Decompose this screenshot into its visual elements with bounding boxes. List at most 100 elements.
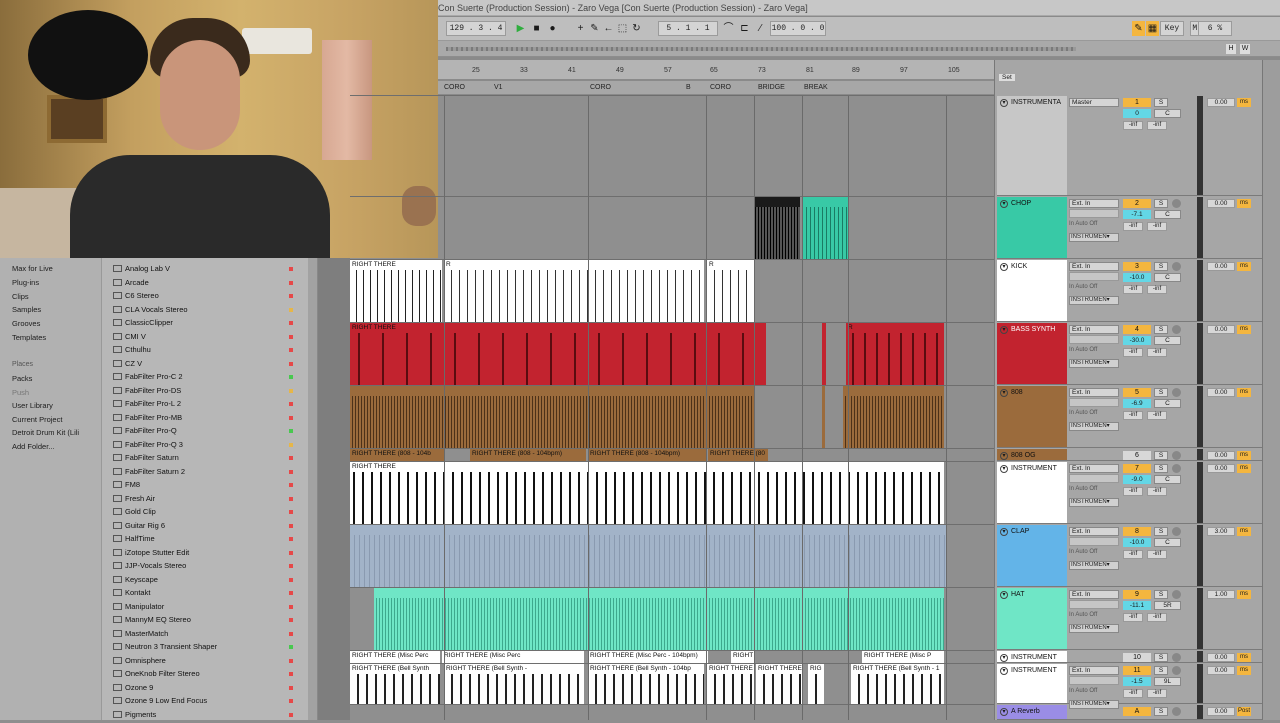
tempo-display[interactable]: 129 . 3 . 4 (446, 21, 506, 36)
draw-mode-icon[interactable]: ✎ (588, 21, 601, 36)
plugin-item[interactable]: Keyscape (113, 575, 303, 588)
loop-length-display[interactable]: 100 . 0 . 0 (770, 21, 826, 36)
delay-unit-button[interactable]: Post (1237, 707, 1251, 716)
kick-clip[interactable]: R (707, 260, 755, 322)
locator-b[interactable]: B (686, 84, 691, 91)
vertical-scrollbar[interactable] (1262, 60, 1280, 720)
place-current-project[interactable]: Current Project (12, 415, 62, 424)
solo-button[interactable]: S (1154, 262, 1168, 271)
fold-icon[interactable]: ▾ (1000, 465, 1008, 473)
loop-icon[interactable]: ↻ (630, 21, 643, 36)
plugin-item[interactable]: Gold Clip (113, 507, 303, 520)
track-delay-field[interactable]: 0.00 (1207, 464, 1235, 473)
input-channel-select[interactable] (1069, 537, 1119, 546)
pan-field[interactable]: C (1154, 109, 1181, 118)
plugin-item[interactable]: FabFilter Pro-DS (113, 386, 303, 399)
punch-in-icon[interactable]: ⊏ (738, 21, 751, 36)
volume-field[interactable]: -7.1 (1123, 210, 1151, 219)
bell-synth-clip[interactable]: RIGHT THERE (707, 664, 755, 704)
chop-clip[interactable] (755, 197, 800, 259)
plugin-item[interactable]: FabFilter Pro-MB (113, 413, 303, 426)
volume-field[interactable]: -10.0 (1123, 273, 1151, 282)
track-header[interactable]: BASS SYNTH ▾ Ext. In In Auto Off INSTRUMEN▾ 4… (997, 323, 1280, 385)
plugin-item[interactable]: Ozone 9 (113, 683, 303, 696)
solo-button[interactable]: S (1154, 325, 1168, 334)
hat-clip[interactable] (374, 588, 944, 650)
arm-record-icon[interactable] (1172, 388, 1181, 397)
input-type-select[interactable]: Ext. In (1069, 527, 1119, 536)
track-delay-field[interactable]: 0.00 (1207, 388, 1235, 397)
pan-field[interactable]: C (1154, 399, 1181, 408)
loop-region-icon[interactable]: ⬚ (616, 21, 629, 36)
perc-clip[interactable]: RIGHT THERE (Misc Perc (442, 651, 584, 663)
input-channel-select[interactable] (1069, 474, 1119, 483)
bass-synth-clip[interactable] (822, 323, 826, 385)
place-push[interactable]: Push (12, 388, 29, 397)
category-samples[interactable]: Samples (12, 305, 41, 314)
delay-unit-button[interactable]: ms (1237, 653, 1251, 662)
track-activator[interactable]: 8 (1123, 527, 1151, 536)
key-map-button[interactable]: Key (1160, 21, 1184, 36)
plugin-item[interactable]: Ozone 9 Low End Focus (113, 696, 303, 709)
input-type-select[interactable]: Ext. In (1069, 325, 1119, 334)
plugin-item[interactable]: FabFilter Pro-L 2 (113, 399, 303, 412)
plugin-item[interactable]: CLA Vocals Stereo (113, 305, 303, 318)
fold-icon[interactable]: ▾ (1000, 452, 1008, 460)
perc-clip[interactable]: RIGHT THERE (Misc P (862, 651, 944, 663)
bass-synth-clip[interactable]: R (846, 323, 944, 385)
solo-button[interactable]: S (1154, 653, 1168, 662)
delay-unit-button[interactable]: ms (1237, 325, 1251, 334)
input-type-select[interactable]: Ext. In (1069, 388, 1119, 397)
track-activator[interactable]: 6 (1123, 451, 1151, 460)
track-header[interactable]: A Reverb ▾ A S 0.00 Post (997, 705, 1280, 720)
track-activator[interactable]: 11 (1123, 666, 1151, 675)
delay-unit-button[interactable]: ms (1237, 451, 1251, 460)
locator-coro-3[interactable]: CORO (710, 84, 731, 91)
position-display[interactable]: 5 . 1 . 1 (658, 21, 718, 36)
delay-unit-button[interactable]: ms (1237, 464, 1251, 473)
pan-field[interactable]: C (1154, 210, 1181, 219)
instrument-clip[interactable]: RIGHT THERE (350, 462, 944, 524)
track-header[interactable]: KICK ▾ Ext. In In Auto Off INSTRUMEN▾ 3 S -10.0… (997, 260, 1280, 322)
arm-record-icon[interactable] (1172, 666, 1181, 675)
bell-synth-clip[interactable]: RIGHT THERE (Bell Synth - (444, 664, 584, 704)
track-name[interactable]: KICK (997, 260, 1067, 321)
arm-record-icon[interactable] (1172, 262, 1181, 271)
track-header[interactable]: INSTRUMENT ▾ Ext. In In Auto Off INSTRUMEN▾ 7… (997, 462, 1280, 524)
output-select[interactable]: INSTRUMEN▾ (1069, 561, 1119, 570)
input-type-select[interactable]: Ext. In (1069, 262, 1119, 271)
add-folder-button[interactable]: Add Folder... (12, 442, 55, 451)
monitor-switch[interactable]: In Auto Off (1069, 486, 1119, 495)
locator-coro-1[interactable]: CORO (444, 84, 465, 91)
delay-unit-button[interactable]: ms (1237, 199, 1251, 208)
place-detroit-drum-kit[interactable]: Detroit Drum Kit (Lili (12, 428, 79, 437)
arm-record-icon[interactable] (1172, 325, 1181, 334)
plugin-item[interactable]: FabFilter Pro-Q (113, 426, 303, 439)
locator-break[interactable]: BREAK (804, 84, 828, 91)
plugin-item[interactable]: Omnisphere (113, 656, 303, 669)
pan-field[interactable]: C (1154, 273, 1181, 282)
plugin-item[interactable]: Arcade (113, 278, 303, 291)
track-header[interactable]: CHOP ▾ Ext. In In Auto Off INSTRUMEN▾ 2 S -7.1 C… (997, 197, 1280, 259)
output-select[interactable]: INSTRUMEN▾ (1069, 422, 1119, 431)
plugin-item[interactable]: FabFilter Pro-C 2 (113, 372, 303, 385)
track-name[interactable]: 808 (997, 386, 1067, 447)
pan-field[interactable]: C (1154, 538, 1181, 547)
solo-button[interactable]: S (1154, 707, 1168, 716)
fold-icon[interactable]: ▾ (1000, 389, 1008, 397)
plugin-item[interactable]: CMI V (113, 332, 303, 345)
808-og-clip[interactable]: RIGHT THERE (808 - 104bpm) (588, 449, 706, 461)
arm-record-icon[interactable] (1172, 199, 1181, 208)
fold-icon[interactable]: ▾ (1000, 528, 1008, 536)
input-channel-select[interactable] (1069, 335, 1119, 344)
plugin-item[interactable]: Fresh Air (113, 494, 303, 507)
monitor-switch[interactable]: In Auto Off (1069, 347, 1119, 356)
fold-icon[interactable]: ▾ (1000, 654, 1008, 662)
output-select[interactable]: INSTRUMEN▾ (1069, 296, 1119, 305)
plugin-item[interactable]: JJP-Vocals Stereo (113, 561, 303, 574)
locator-coro-2[interactable]: CORO (590, 84, 611, 91)
plugin-item[interactable]: C6 Stereo (113, 291, 303, 304)
arm-record-icon[interactable] (1172, 527, 1181, 536)
fold-icon[interactable]: ▾ (1000, 263, 1008, 271)
bell-synth-clip[interactable]: RIGHT THERE (Bell Synth - 104bp (588, 664, 704, 704)
